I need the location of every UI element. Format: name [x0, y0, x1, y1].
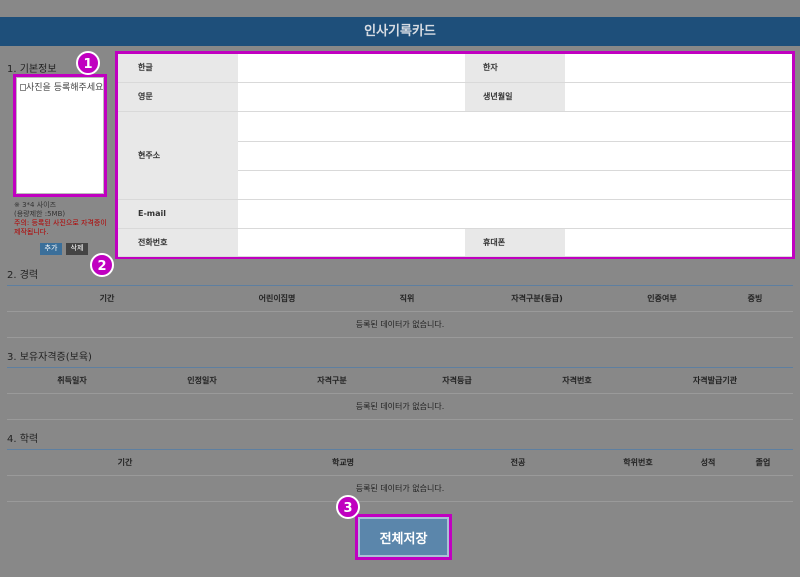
- address-line-3-field[interactable]: [238, 170, 792, 200]
- annotation-badge-1: 1: [76, 51, 100, 75]
- certs-table: 취득일자 인정일자 자격구분 자격등급 자격번호 자격발급기관 등록된 데이터가…: [7, 367, 793, 420]
- career-col-period: 기간: [7, 285, 207, 312]
- table-row: 등록된 데이터가 없습니다.: [7, 393, 793, 420]
- certs-empty-message: 등록된 데이터가 없습니다.: [7, 393, 793, 420]
- label-hanja-name: 한자: [465, 54, 565, 83]
- page-header: 인사기록카드: [0, 17, 800, 46]
- career-col-certified: 인증여부: [607, 285, 717, 312]
- photo-note: ※ 3*4 사이즈 (용량제한 :5MB) 주의: 등록된 사진으로 자격증이 …: [14, 201, 107, 236]
- korean-name-field[interactable]: [238, 54, 465, 83]
- photo-upload-box[interactable]: 사진을 등록해주세요: [13, 74, 107, 197]
- photo-delete-button[interactable]: 삭제: [66, 243, 88, 255]
- save-button-highlight: 전체저장: [355, 514, 452, 560]
- label-mobile: 휴대폰: [465, 228, 565, 257]
- edu-col-school: 학교명: [243, 449, 443, 476]
- address-line-1-field[interactable]: [238, 111, 792, 142]
- certs-col-recognized: 인정일자: [137, 367, 267, 394]
- certs-col-issuer: 자격발급기관: [637, 367, 793, 394]
- career-header-row: 기간 어린이집명 직위 자격구분(등급) 인증여부 증빙: [7, 285, 793, 312]
- label-korean-name: 한글: [118, 54, 238, 83]
- mobile-field[interactable]: [565, 228, 792, 257]
- edu-empty-message: 등록된 데이터가 없습니다.: [7, 475, 793, 502]
- certs-col-acquired: 취득일자: [7, 367, 137, 394]
- table-row: 등록된 데이터가 없습니다.: [7, 311, 793, 338]
- edu-col-degree-number: 학위번호: [593, 449, 683, 476]
- career-col-center: 어린이집명: [207, 285, 347, 312]
- edu-col-grade: 성적: [683, 449, 733, 476]
- phone-field[interactable]: [238, 228, 465, 257]
- section-basic-title: 1. 기본정보: [7, 64, 57, 75]
- address-line-2-field[interactable]: [238, 141, 792, 171]
- edu-col-period: 기간: [7, 449, 243, 476]
- career-table: 기간 어린이집명 직위 자격구분(등급) 인증여부 증빙 등록된 데이터가 없습…: [7, 285, 793, 338]
- save-all-button[interactable]: 전체저장: [358, 517, 449, 557]
- edu-col-graduation: 졸업: [733, 449, 793, 476]
- education-header-row: 기간 학교명 전공 학위번호 성적 졸업: [7, 449, 793, 476]
- career-col-position: 직위: [347, 285, 467, 312]
- section-career-title: 2. 경력: [7, 270, 39, 281]
- label-english-name: 영문: [118, 82, 238, 112]
- page-title: 인사기록카드: [364, 24, 436, 39]
- section-education-title: 4. 학력: [7, 434, 39, 445]
- certs-col-number: 자격번호: [517, 367, 637, 394]
- basic-info-table: 한글 한자 영문 생년월일 현주소 E-mail 전화번호 휴대폰: [115, 51, 795, 259]
- annotation-badge-3: 3: [336, 495, 360, 519]
- certs-col-type: 자격구분: [267, 367, 397, 394]
- career-col-proof: 증빙: [717, 285, 793, 312]
- label-email: E-mail: [118, 199, 238, 229]
- birthdate-field[interactable]: [565, 82, 792, 112]
- label-address: 현주소: [118, 111, 238, 200]
- career-col-qualification: 자격구분(등급): [467, 285, 607, 312]
- photo-add-button[interactable]: 추가: [40, 243, 62, 255]
- certs-header-row: 취득일자 인정일자 자격구분 자격등급 자격번호 자격발급기관: [7, 367, 793, 394]
- english-name-field[interactable]: [238, 82, 465, 112]
- label-phone: 전화번호: [118, 228, 238, 257]
- photo-placeholder: 사진을 등록해주세요: [16, 77, 104, 194]
- label-birthdate: 생년월일: [465, 82, 565, 112]
- education-table: 기간 학교명 전공 학위번호 성적 졸업 등록된 데이터가 없습니다.: [7, 449, 793, 502]
- edu-col-major: 전공: [443, 449, 593, 476]
- section-certs-title: 3. 보유자격증(보육): [7, 352, 92, 363]
- certs-col-grade: 자격등급: [397, 367, 517, 394]
- email-field[interactable]: [238, 199, 792, 229]
- annotation-badge-2: 2: [90, 253, 114, 277]
- table-row: 등록된 데이터가 없습니다.: [7, 475, 793, 502]
- career-empty-message: 등록된 데이터가 없습니다.: [7, 311, 793, 338]
- hanja-name-field[interactable]: [565, 54, 792, 83]
